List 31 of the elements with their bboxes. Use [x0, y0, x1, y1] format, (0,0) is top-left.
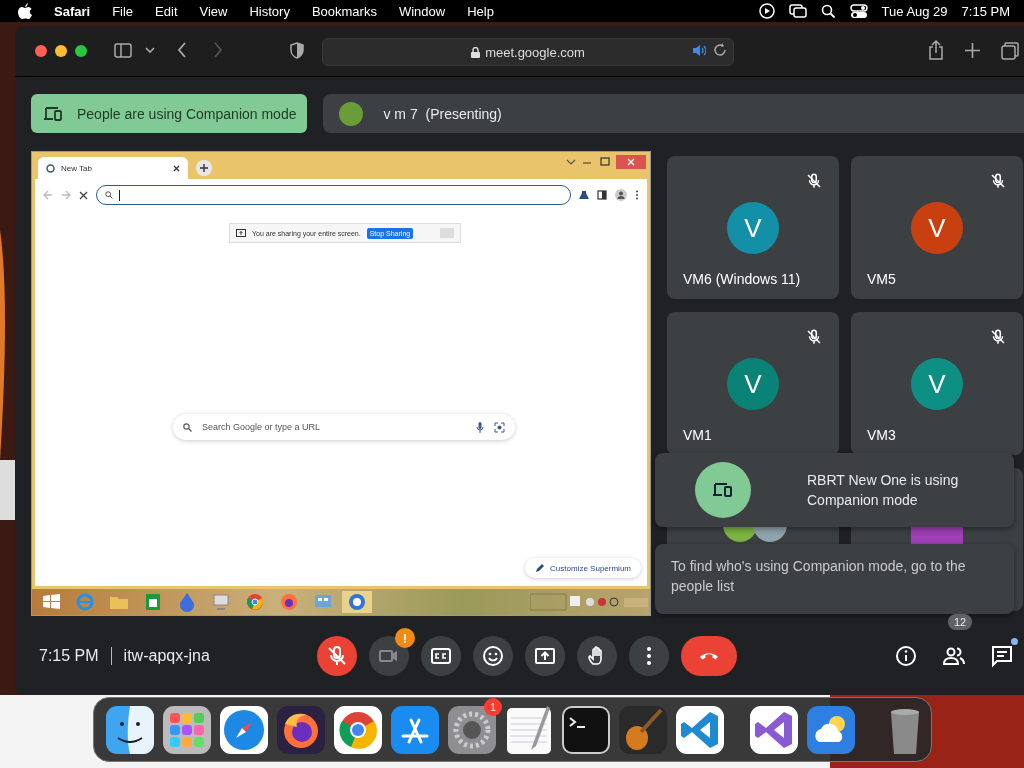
participant-name: VM6 (Windows 11) — [683, 271, 801, 287]
customize-button[interactable]: Customize Supermium — [525, 558, 641, 578]
participant-avatar: V — [727, 358, 779, 410]
meeting-code: itw-apqx-jna — [123, 647, 210, 665]
participant-avatar: V — [911, 202, 963, 254]
app-menu[interactable]: Safari — [54, 3, 91, 19]
search-field[interactable]: Search Google or type a URL — [173, 414, 515, 440]
alert-badge: ! — [395, 628, 415, 648]
companion-mode-chip[interactable]: People are using Companion mode — [31, 94, 308, 133]
menu-item[interactable]: Bookmarks — [311, 3, 377, 19]
participant-avatar: V — [727, 202, 779, 254]
notification-text: RBRT New One is using Companion mode — [807, 471, 960, 510]
menu-item[interactable]: Help — [467, 3, 494, 19]
menu-item[interactable]: History — [249, 3, 290, 19]
participant-name: VM1 — [683, 427, 712, 443]
browser-tab[interactable]: New Tab — [38, 157, 188, 179]
participant-count: 12 — [948, 614, 973, 630]
menu-bar-clock[interactable]: 7:15 PM — [961, 3, 1010, 19]
menu-bar-date[interactable]: Tue Aug 29 — [881, 3, 948, 19]
participant-name: VM3 — [867, 427, 896, 443]
tooltip-text: To find who's using Companion mode, go to the people list — [671, 558, 966, 594]
menu-item[interactable]: View — [199, 3, 228, 19]
meeting-time: 7:15 PM — [39, 647, 99, 665]
participant-avatar: V — [911, 358, 963, 410]
participant-name: VM5 — [867, 271, 896, 287]
address-field[interactable]: meet.google.com — [485, 44, 585, 60]
menu-item[interactable]: Window — [398, 3, 446, 19]
menu-item[interactable]: Edit — [155, 3, 178, 19]
presenter-name: v m 7 (Presenting) — [383, 105, 502, 122]
menu-item[interactable]: File — [112, 3, 134, 19]
notification-badge: 1 — [484, 697, 502, 716]
